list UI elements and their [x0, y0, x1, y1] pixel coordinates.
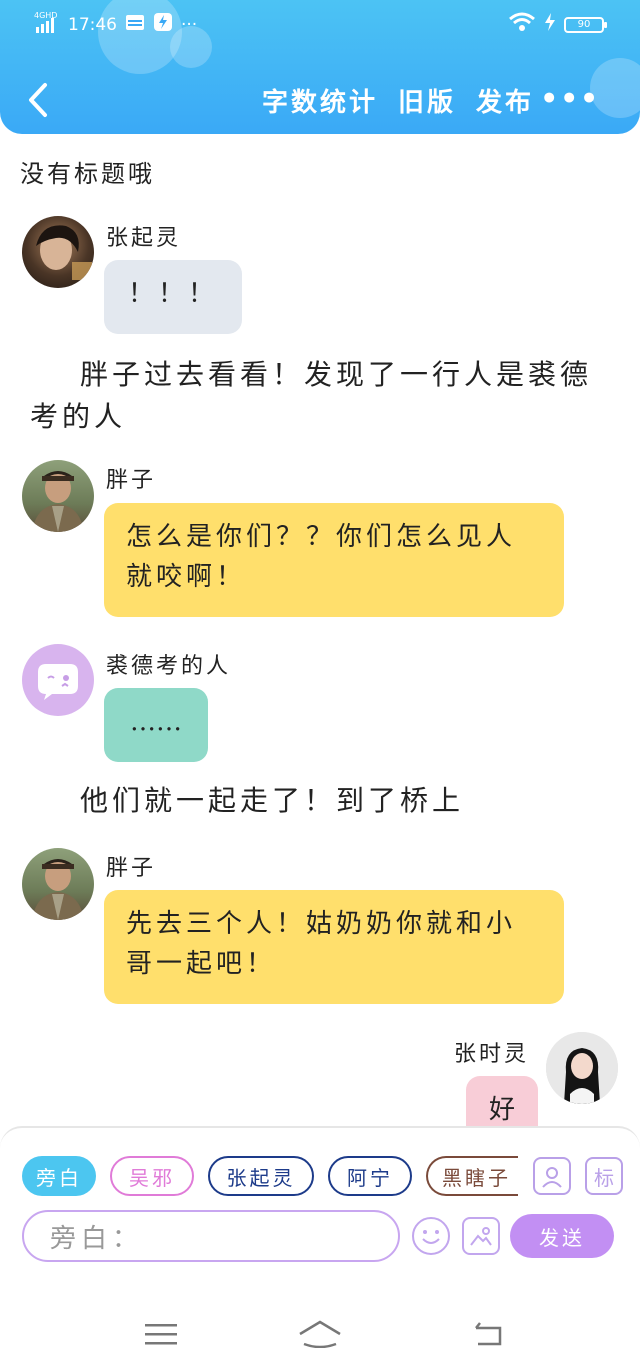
narration-text[interactable]: 胖子过去看看！发现了一行人是裘德考的人	[30, 354, 620, 438]
role-chips: 旁白 吴邪 张起灵 阿宁 黑瞎子	[22, 1156, 518, 1196]
wifi-icon	[508, 12, 536, 37]
flash-app-icon	[153, 12, 173, 37]
message-bubble[interactable]: 先去三个人！姑奶奶你就和小哥一起吧！	[104, 890, 564, 1004]
avatar-zhang-shiling[interactable]	[546, 1032, 618, 1104]
signal-icon: 4GHD	[34, 11, 60, 35]
app-header: 4GHD 17:46 ··· 90 字数统计 旧版 发布 •••	[0, 0, 640, 134]
input-panel: 旁白 吴邪 张起灵 阿宁 黑瞎子 标 旁白： 发送	[0, 1126, 640, 1298]
network-label: 4GHD	[34, 10, 58, 20]
doc-title[interactable]: 没有标题哦	[20, 154, 155, 189]
battery-level: 90	[577, 19, 591, 30]
avatar-pangzi[interactable]	[22, 460, 94, 532]
speaker-name: 张时灵	[454, 1042, 530, 1067]
back-button[interactable]	[18, 80, 58, 120]
more-menu-button[interactable]: •••	[540, 82, 600, 115]
system-nav-bar	[0, 1298, 640, 1372]
tag-icon[interactable]: 标	[585, 1157, 623, 1195]
charging-icon	[544, 12, 556, 37]
avatar-default-chat[interactable]	[22, 644, 94, 716]
avatar-zhang-qiling[interactable]	[22, 216, 94, 288]
role-chip-narrator[interactable]: 旁白	[22, 1156, 96, 1196]
message-input[interactable]: 旁白：	[22, 1210, 400, 1262]
menu-icon[interactable]	[145, 1322, 177, 1352]
speaker-name: 胖子	[106, 856, 157, 881]
speaker-name: 裘德考的人	[106, 654, 232, 679]
speaker-name: 张起灵	[106, 226, 182, 251]
battery-icon: 90	[564, 16, 607, 33]
status-more: ···	[181, 14, 198, 35]
calendar-icon	[125, 13, 145, 36]
status-bar: 4GHD 17:46 ··· 90	[0, 8, 640, 42]
avatar-pangzi[interactable]	[22, 848, 94, 920]
message-bubble[interactable]: ……	[104, 688, 208, 762]
role-chip-heixiazi[interactable]: 黑瞎子	[426, 1156, 518, 1196]
nav-bar: 字数统计 旧版 发布 •••	[0, 70, 640, 130]
send-button[interactable]: 发送	[510, 1214, 614, 1258]
speaker-name: 胖子	[106, 468, 157, 493]
emoji-icon[interactable]	[412, 1217, 450, 1255]
home-icon[interactable]	[298, 1320, 342, 1352]
narration-text[interactable]: 他们就一起走了！到了桥上	[80, 780, 620, 822]
contact-card-icon[interactable]	[533, 1157, 571, 1195]
message-bubble[interactable]: ！！！	[104, 260, 242, 334]
chevron-left-icon	[29, 83, 47, 117]
word-count-button[interactable]: 字数统计	[262, 82, 378, 119]
status-time: 17:46	[68, 14, 117, 35]
publish-button[interactable]: 发布	[476, 82, 534, 119]
message-bubble[interactable]: 怎么是你们？？你们怎么见人就咬啊！	[104, 503, 564, 617]
old-version-button[interactable]: 旧版	[398, 82, 456, 119]
back-nav-icon[interactable]	[472, 1320, 504, 1352]
image-icon[interactable]	[462, 1217, 500, 1255]
role-chip-zhangqiling[interactable]: 张起灵	[208, 1156, 314, 1196]
role-chip-wuxie[interactable]: 吴邪	[110, 1156, 194, 1196]
role-chip-aning[interactable]: 阿宁	[328, 1156, 412, 1196]
